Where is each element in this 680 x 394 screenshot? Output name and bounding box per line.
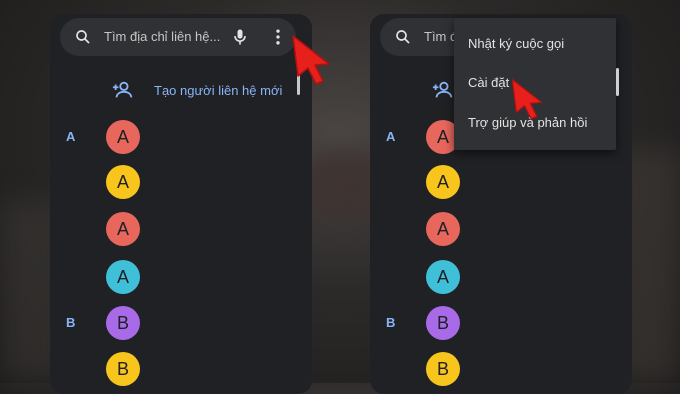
- contact-avatar[interactable]: B: [426, 306, 460, 340]
- contact-avatar[interactable]: B: [106, 352, 140, 386]
- search-bar[interactable]: Tìm địa chỉ liên hệ...: [60, 18, 296, 56]
- contacts-screen-left: Tìm địa chỉ liên hệ... Tạo người liên hệ…: [50, 14, 312, 394]
- contact-avatar[interactable]: A: [426, 212, 460, 246]
- create-contact-button[interactable]: Tạo người liên hệ mới: [112, 78, 282, 102]
- contact-avatar[interactable]: A: [106, 120, 140, 154]
- search-icon[interactable]: [394, 28, 412, 46]
- section-letter: A: [386, 129, 396, 144]
- contact-avatar[interactable]: A: [426, 165, 460, 199]
- contact-avatar[interactable]: A: [426, 260, 460, 294]
- mic-icon[interactable]: [230, 27, 250, 47]
- contact-avatar[interactable]: B: [106, 306, 140, 340]
- contact-avatar[interactable]: A: [106, 260, 140, 294]
- search-icon[interactable]: [74, 28, 92, 46]
- section-letter: A: [66, 129, 76, 144]
- contact-avatar[interactable]: A: [106, 212, 140, 246]
- search-input[interactable]: Tìm địa chỉ liên hệ...: [104, 29, 220, 44]
- create-contact-label: Tạo người liên hệ mới: [154, 82, 283, 98]
- menu-item-settings[interactable]: Cài đặt: [468, 75, 509, 90]
- cursor-arrow-icon: [292, 35, 330, 85]
- add-person-icon: [432, 81, 453, 98]
- contact-avatar[interactable]: B: [426, 352, 460, 386]
- more-vert-icon[interactable]: [268, 27, 288, 47]
- add-person-icon: [112, 81, 133, 98]
- section-letter: B: [386, 315, 396, 330]
- section-letter: B: [66, 315, 76, 330]
- scrollbar[interactable]: [616, 68, 619, 96]
- menu-item-call-history[interactable]: Nhật ký cuộc gọi: [468, 36, 564, 51]
- cursor-arrow-icon: [511, 79, 543, 120]
- contact-avatar[interactable]: A: [106, 165, 140, 199]
